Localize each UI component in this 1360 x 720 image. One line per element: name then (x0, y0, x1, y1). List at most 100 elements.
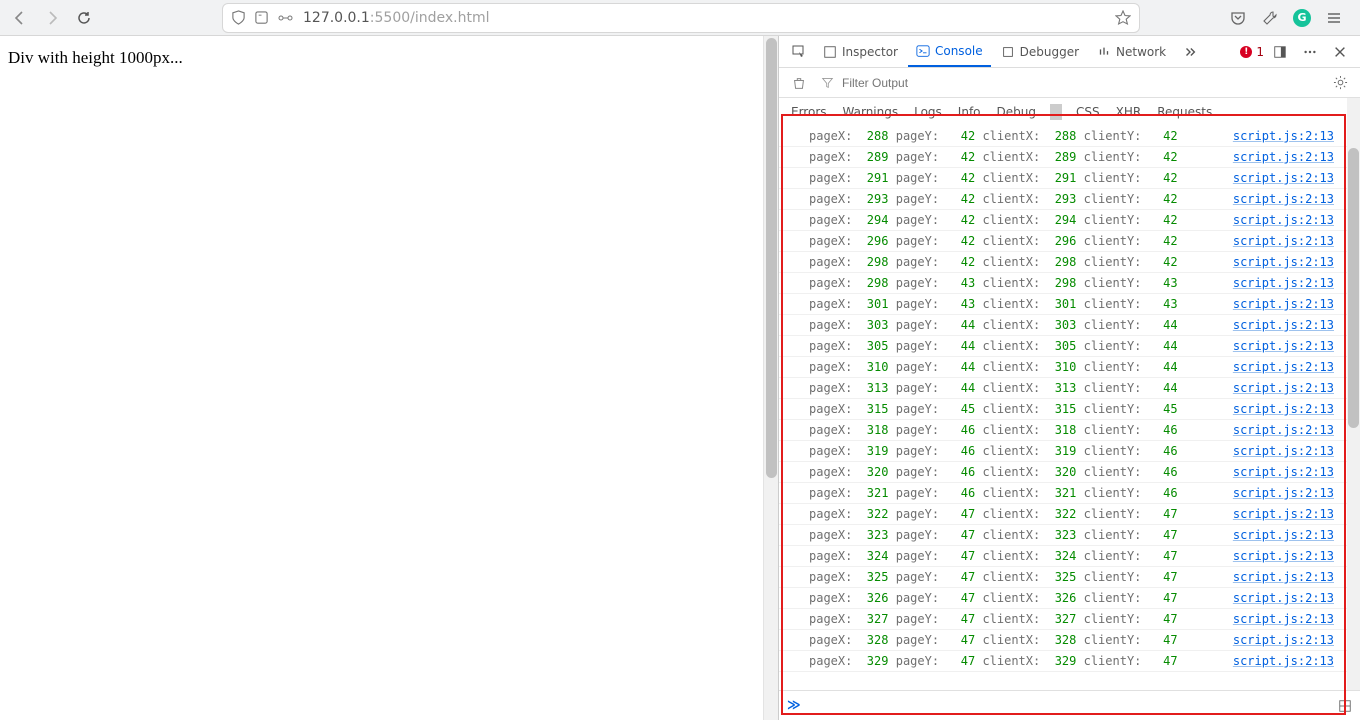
star-icon[interactable] (1115, 10, 1131, 26)
perm-icon (277, 11, 295, 25)
console-log-row[interactable]: pageX: 293 pageY: 42 clientX: 293 client… (779, 189, 1360, 210)
source-link[interactable]: script.js:2:13 (1233, 591, 1334, 605)
error-badge[interactable]: !1 (1240, 45, 1264, 59)
tab-network[interactable]: Network (1089, 36, 1174, 67)
console-log-row[interactable]: pageX: 326 pageY: 47 clientX: 326 client… (779, 588, 1360, 609)
tab-console[interactable]: Console (908, 36, 991, 67)
source-link[interactable]: script.js:2:13 (1233, 150, 1334, 164)
cat-info[interactable]: Info (952, 103, 987, 121)
menu-icon[interactable] (1320, 4, 1348, 32)
pick-element-icon[interactable] (785, 38, 813, 66)
console-log-row[interactable]: pageX: 325 pageY: 47 clientX: 325 client… (779, 567, 1360, 588)
source-link[interactable]: script.js:2:13 (1233, 633, 1334, 647)
back-button[interactable] (6, 4, 34, 32)
meatball-icon[interactable] (1296, 38, 1324, 66)
console-log-row[interactable]: pageX: 323 pageY: 47 clientX: 323 client… (779, 525, 1360, 546)
url-text: 127.0.0.1:5500/index.html (303, 10, 490, 26)
source-link[interactable]: script.js:2:13 (1233, 465, 1334, 479)
console-log-row[interactable]: pageX: 327 pageY: 47 clientX: 327 client… (779, 609, 1360, 630)
shield-icon (231, 10, 246, 25)
more-tabs-icon[interactable] (1176, 38, 1204, 66)
source-link[interactable]: script.js:2:13 (1233, 423, 1334, 437)
filter-icon (821, 76, 834, 89)
cat-debug[interactable]: Debug (991, 103, 1042, 121)
source-link[interactable]: script.js:2:13 (1233, 402, 1334, 416)
source-link[interactable]: script.js:2:13 (1233, 549, 1334, 563)
source-link[interactable]: script.js:2:13 (1233, 192, 1334, 206)
cat-xhr[interactable]: XHR (1110, 103, 1148, 121)
settings-icon[interactable] (1326, 69, 1354, 97)
tools-icon[interactable] (1256, 4, 1284, 32)
cat-errors[interactable]: Errors (785, 103, 833, 121)
page-info-icon (254, 10, 269, 25)
devtools-panel: Inspector Console Debugger Network !1 Er… (778, 36, 1360, 720)
console-log-row[interactable]: pageX: 291 pageY: 42 clientX: 291 client… (779, 168, 1360, 189)
console-log-row[interactable]: pageX: 303 pageY: 44 clientX: 303 client… (779, 315, 1360, 336)
console-log-row[interactable]: pageX: 321 pageY: 46 clientX: 321 client… (779, 483, 1360, 504)
console-log-row[interactable]: pageX: 315 pageY: 45 clientX: 315 client… (779, 399, 1360, 420)
console-log-row[interactable]: pageX: 294 pageY: 42 clientX: 294 client… (779, 210, 1360, 231)
forward-button[interactable] (38, 4, 66, 32)
source-link[interactable]: script.js:2:13 (1233, 318, 1334, 332)
console-log-row[interactable]: pageX: 298 pageY: 42 clientX: 298 client… (779, 252, 1360, 273)
clear-console-icon[interactable] (785, 69, 813, 97)
console-log-row[interactable]: pageX: 313 pageY: 44 clientX: 313 client… (779, 378, 1360, 399)
source-link[interactable]: script.js:2:13 (1233, 213, 1334, 227)
reload-button[interactable] (70, 4, 98, 32)
console-log-row[interactable]: pageX: 305 pageY: 44 clientX: 305 client… (779, 336, 1360, 357)
console-log-row[interactable]: pageX: 318 pageY: 46 clientX: 318 client… (779, 420, 1360, 441)
console-filter-bar (779, 68, 1360, 98)
console-log-row[interactable]: pageX: 289 pageY: 42 clientX: 289 client… (779, 147, 1360, 168)
pocket-icon[interactable] (1224, 4, 1252, 32)
source-link[interactable]: script.js:2:13 (1233, 612, 1334, 626)
source-link[interactable]: script.js:2:13 (1233, 486, 1334, 500)
source-link[interactable]: script.js:2:13 (1233, 360, 1334, 374)
source-link[interactable]: script.js:2:13 (1233, 297, 1334, 311)
console-log-row[interactable]: pageX: 296 pageY: 42 clientX: 296 client… (779, 231, 1360, 252)
console-prompt-icon: ≫ (787, 698, 801, 713)
browser-toolbar: 127.0.0.1:5500/index.html G (0, 0, 1360, 36)
console-log-row[interactable]: pageX: 298 pageY: 43 clientX: 298 client… (779, 273, 1360, 294)
console-log-row[interactable]: pageX: 324 pageY: 47 clientX: 324 client… (779, 546, 1360, 567)
console-log-row[interactable]: pageX: 329 pageY: 47 clientX: 329 client… (779, 651, 1360, 672)
cat-warnings[interactable]: Warnings (837, 103, 905, 121)
console-input-bar: ≫ (779, 690, 1360, 720)
console-output[interactable]: pageX: 288 pageY: 42 clientX: 288 client… (779, 126, 1360, 690)
source-link[interactable]: script.js:2:13 (1233, 171, 1334, 185)
console-log-row[interactable]: pageX: 328 pageY: 47 clientX: 328 client… (779, 630, 1360, 651)
console-input[interactable] (809, 699, 1330, 713)
source-link[interactable]: script.js:2:13 (1233, 234, 1334, 248)
source-link[interactable]: script.js:2:13 (1233, 528, 1334, 542)
devtools-toolbar: Inspector Console Debugger Network !1 (779, 36, 1360, 68)
console-log-row[interactable]: pageX: 322 pageY: 47 clientX: 322 client… (779, 504, 1360, 525)
source-link[interactable]: script.js:2:13 (1233, 507, 1334, 521)
page-scrollbar[interactable] (763, 36, 778, 720)
console-log-row[interactable]: pageX: 288 pageY: 42 clientX: 288 client… (779, 126, 1360, 147)
console-log-row[interactable]: pageX: 319 pageY: 46 clientX: 319 client… (779, 441, 1360, 462)
source-link[interactable]: script.js:2:13 (1233, 444, 1334, 458)
close-devtools-icon[interactable] (1326, 38, 1354, 66)
cat-logs[interactable]: Logs (908, 103, 948, 121)
console-log-row[interactable]: pageX: 320 pageY: 46 clientX: 320 client… (779, 462, 1360, 483)
split-console-icon[interactable] (1338, 699, 1352, 713)
source-link[interactable]: script.js:2:13 (1233, 381, 1334, 395)
url-bar[interactable]: 127.0.0.1:5500/index.html (222, 3, 1140, 33)
page-viewport: Div with height 1000px... (0, 36, 778, 720)
cat-requests[interactable]: Requests (1151, 103, 1218, 121)
tab-debugger[interactable]: Debugger (993, 36, 1087, 67)
filter-input[interactable] (842, 68, 1318, 97)
dock-side-icon[interactable] (1266, 38, 1294, 66)
console-log-row[interactable]: pageX: 301 pageY: 43 clientX: 301 client… (779, 294, 1360, 315)
source-link[interactable]: script.js:2:13 (1233, 276, 1334, 290)
source-link[interactable]: script.js:2:13 (1233, 654, 1334, 668)
grammarly-icon[interactable]: G (1288, 4, 1316, 32)
source-link[interactable]: script.js:2:13 (1233, 570, 1334, 584)
console-log-row[interactable]: pageX: 310 pageY: 44 clientX: 310 client… (779, 357, 1360, 378)
tab-inspector[interactable]: Inspector (815, 36, 906, 67)
source-link[interactable]: script.js:2:13 (1233, 255, 1334, 269)
source-link[interactable]: script.js:2:13 (1233, 339, 1334, 353)
devtools-scrollbar[interactable] (1347, 98, 1360, 690)
cat-css[interactable]: CSS (1070, 103, 1106, 121)
console-categories: Errors Warnings Logs Info Debug CSS XHR … (779, 98, 1360, 126)
source-link[interactable]: script.js:2:13 (1233, 129, 1334, 143)
